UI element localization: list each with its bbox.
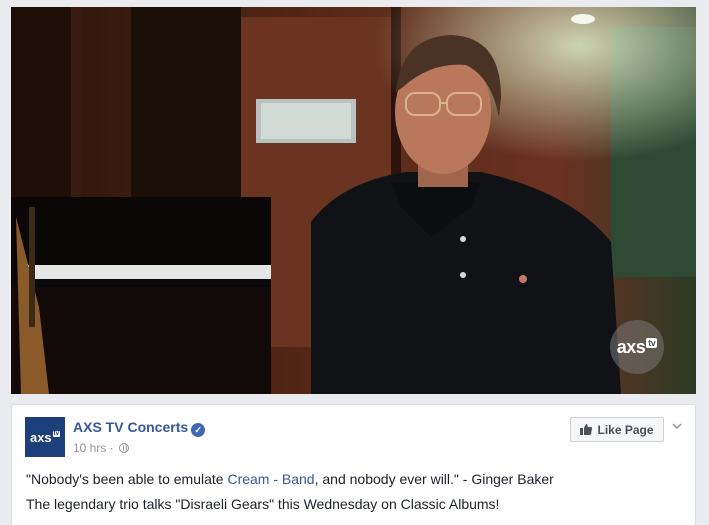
verified-badge-icon: ✓ xyxy=(191,423,206,437)
axs-tv-watermark: axs tv xyxy=(610,320,664,374)
video-frame xyxy=(11,7,696,394)
chevron-down-icon[interactable] xyxy=(672,421,682,431)
page-name-link[interactable]: AXS TV Concerts xyxy=(73,419,188,435)
page-avatar[interactable]: axs tv xyxy=(25,417,65,457)
cream-band-link[interactable]: Cream - Band xyxy=(227,471,314,487)
avatar-text: axs xyxy=(29,429,52,445)
page-name-row: AXS TV Concerts ✓ xyxy=(73,419,206,437)
post-text-line-1: "Nobody's been able to emulate Cream - B… xyxy=(26,471,554,487)
quote-text-start: "Nobody's been able to emulate xyxy=(26,471,228,487)
post-timestamp[interactable]: 10 hrs xyxy=(73,441,106,455)
like-page-label: Like Page xyxy=(597,422,654,437)
globe-icon[interactable] xyxy=(119,443,130,453)
avatar-tv-badge: tv xyxy=(52,431,61,437)
watermark-tv-badge: tv xyxy=(646,338,658,348)
post-text-line-2: The legendary trio talks "Disraeli Gears… xyxy=(26,496,500,512)
quote-text-end: , and nobody ever will." - Ginger Baker xyxy=(314,471,554,487)
watermark-text: axs xyxy=(616,336,646,357)
post-card: axs tv AXS TV Concerts ✓ 10 hrs · Like Pag… xyxy=(11,404,696,525)
video-player[interactable]: axs tv xyxy=(11,7,696,394)
thumbs-up-icon xyxy=(580,424,593,435)
meta-separator: · xyxy=(106,441,118,455)
like-page-button[interactable]: Like Page xyxy=(570,417,664,442)
post-meta: 10 hrs · xyxy=(73,441,130,455)
